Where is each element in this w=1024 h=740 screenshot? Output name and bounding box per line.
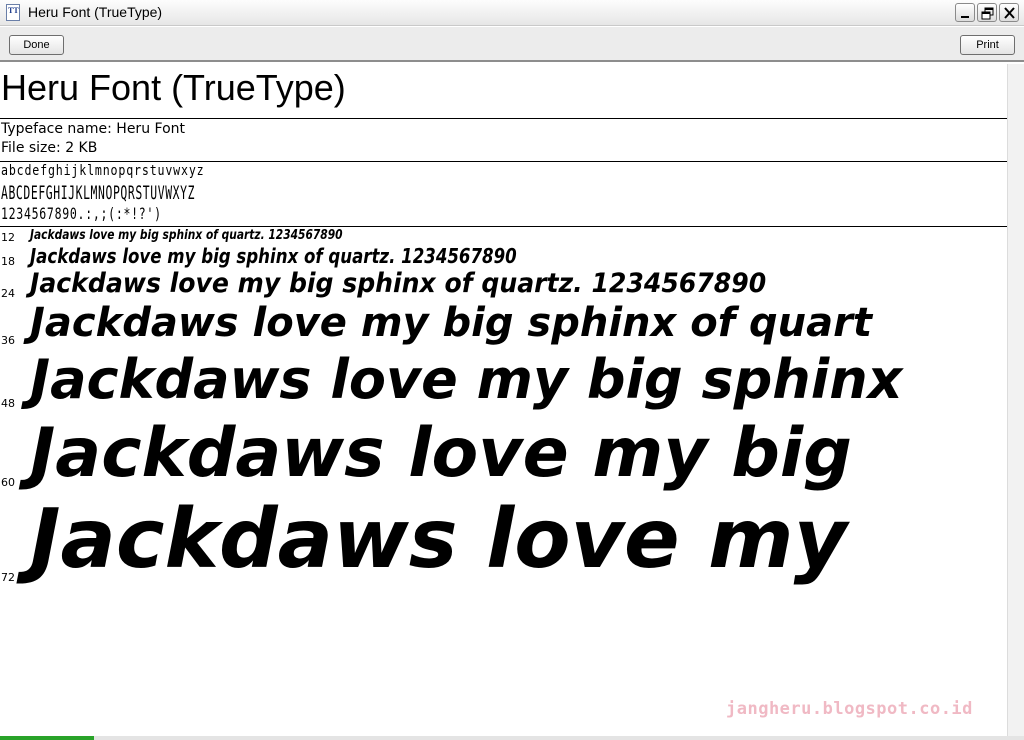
file-size: File size: 2 KB bbox=[1, 140, 98, 156]
size-label: 12 bbox=[1, 231, 15, 244]
size-label: 48 bbox=[1, 397, 15, 410]
sample-text: Jackdaws love my bbox=[30, 492, 848, 587]
digit-glyphs: 1234567890.:,;(:*!?') bbox=[1, 204, 162, 223]
done-button[interactable]: Done bbox=[9, 35, 64, 55]
watermark-text: jangheru.blogspot.co.id bbox=[726, 699, 973, 719]
print-button[interactable]: Print bbox=[960, 35, 1015, 55]
maximize-icon bbox=[981, 7, 994, 20]
divider bbox=[0, 226, 1007, 227]
window-title: Heru Font (TrueType) bbox=[28, 4, 163, 20]
toolbar: Done Print bbox=[0, 27, 1024, 62]
page-title: Heru Font (TrueType) bbox=[1, 67, 346, 108]
sample-text: Jackdaws love my big sphinx of quart bbox=[30, 300, 872, 346]
font-file-icon-label: TT bbox=[8, 6, 19, 15]
sample-text: Jackdaws love my big sphinx of quartz. 1… bbox=[30, 228, 343, 243]
size-label: 24 bbox=[1, 287, 15, 300]
size-label: 36 bbox=[1, 334, 15, 347]
typeface-name: Typeface name: Heru Font bbox=[1, 121, 185, 137]
sample-text: Jackdaws love my big sphinx bbox=[30, 348, 903, 411]
vertical-scrollbar[interactable] bbox=[1007, 64, 1024, 736]
divider bbox=[0, 161, 1007, 162]
size-label: 60 bbox=[1, 476, 15, 489]
status-progress bbox=[0, 736, 94, 740]
close-icon bbox=[1004, 7, 1015, 19]
size-label: 72 bbox=[1, 571, 15, 584]
maximize-button[interactable] bbox=[977, 3, 997, 22]
sample-text: Jackdaws love my big sphinx of quartz. 1… bbox=[30, 244, 517, 268]
divider bbox=[0, 118, 1007, 119]
sample-text: Jackdaws love my big bbox=[30, 414, 852, 493]
lowercase-glyphs: abcdefghijklmnopqrstuvwxyz bbox=[1, 163, 205, 179]
font-preview-area: Heru Font (TrueType) Typeface name: Heru… bbox=[0, 64, 1007, 736]
minimize-button[interactable] bbox=[955, 3, 975, 22]
close-button[interactable] bbox=[999, 3, 1019, 22]
font-file-icon: TT bbox=[6, 4, 20, 21]
status-bar bbox=[0, 736, 1024, 740]
minimize-icon bbox=[961, 16, 969, 18]
size-label: 18 bbox=[1, 255, 15, 268]
title-bar: TT Heru Font (TrueType) bbox=[0, 0, 1024, 26]
uppercase-glyphs: ABCDEFGHIJKLMNOPQRSTUVWXYZ bbox=[1, 182, 196, 204]
sample-text: Jackdaws love my big sphinx of quartz. 1… bbox=[30, 268, 767, 299]
